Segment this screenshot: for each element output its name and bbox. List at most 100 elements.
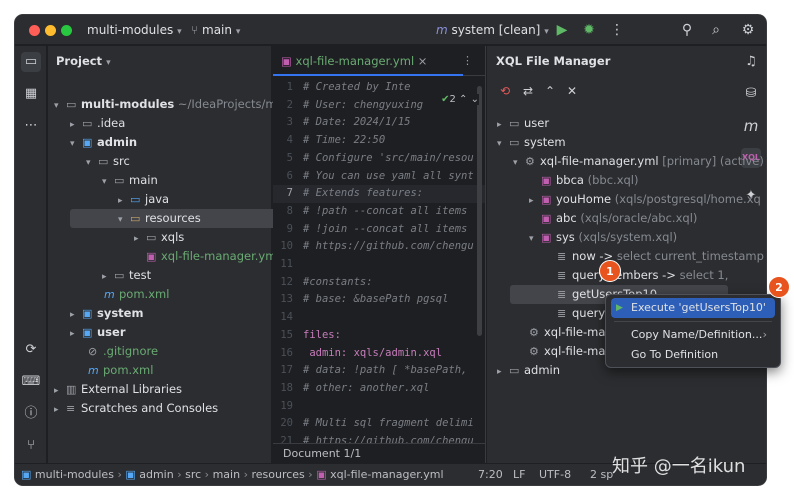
tree-item-root[interactable]: ▾ ▭ multi-modules ~/IdeaProjects/multi-m xyxy=(54,95,310,114)
editor-scrollbar[interactable] xyxy=(477,86,482,336)
code-line[interactable]: 18 # other: another.xql xyxy=(273,380,429,398)
editor-breadcrumb[interactable]: Document 1/1 xyxy=(273,443,485,463)
code-line[interactable]: 5 # Configure 'src/main/resou xyxy=(273,150,474,168)
inspection-widget[interactable]: ✔2 ⌃ ⌄ xyxy=(441,94,479,105)
tree-item-gitignore[interactable]: ⊘ .gitignore xyxy=(88,342,158,361)
code-line[interactable]: 9 # !join --concat all items xyxy=(273,221,468,239)
xql-tree-admin[interactable]: ▸ ▭ admin xyxy=(497,361,560,380)
code-line[interactable]: 8 # !path --concat all items xyxy=(273,203,468,221)
chevron-down-icon[interactable]: ⌄ xyxy=(471,94,479,105)
code-line[interactable]: 1 # Created by Inte xyxy=(273,79,411,97)
xql-tree-bbca[interactable]: ▣ bbca (bbc.xql) xyxy=(541,171,639,190)
tree-item-xql-file-manager[interactable]: ▣ xql-file-manager.yml xyxy=(146,247,280,266)
line-number: 1 xyxy=(286,81,293,93)
tree-item-main[interactable]: ▾ ▭ main xyxy=(102,171,158,190)
code-line[interactable]: 3 # Date: 2024/1/15 xyxy=(273,114,411,132)
notifications-bell-icon[interactable]: ♫ xyxy=(741,52,761,72)
chevron-up-icon[interactable]: ⌃ xyxy=(459,94,467,105)
tree-item-xqls[interactable]: ▸ ▭ xqls xyxy=(134,228,184,247)
menu-item-go-to-definition[interactable]: Go To Definition xyxy=(611,345,775,365)
collapse-all-icon[interactable]: ✕ xyxy=(564,83,580,99)
run-icon[interactable]: ▶ xyxy=(553,21,571,39)
tree-item-admin-pom[interactable]: m pom.xml xyxy=(104,285,169,304)
close-window-button[interactable] xyxy=(29,25,40,36)
xql-tree-querymembers[interactable]: ≣ queryMembers -> select 1, xyxy=(557,266,728,285)
refresh-icon[interactable]: ⟲ xyxy=(497,83,513,99)
file-encoding[interactable]: UTF-8 xyxy=(539,468,571,481)
tree-item-idea[interactable]: ▸ ▭ .idea xyxy=(70,114,125,133)
tree-item-root-pom[interactable]: m pom.xml xyxy=(88,361,153,380)
xql-tree-manager-primary[interactable]: ▾ ⚙ xql-file-manager.yml [primary] (active… xyxy=(513,152,764,171)
zoom-window-button[interactable] xyxy=(61,25,72,36)
terminal-icon[interactable]: ⌨ xyxy=(21,372,41,392)
git-icon[interactable]: ⑂ xyxy=(21,436,41,456)
tree-item-external-libraries[interactable]: ▸ ▥ External Libraries xyxy=(54,380,182,399)
services-icon[interactable]: ⟳ xyxy=(21,340,41,360)
code-line[interactable]: 17 # data: !path [ *basePath, xyxy=(273,362,467,380)
xql-tree-youhome[interactable]: ▸ ▣ youHome (xqls/postgresql/home.xq xyxy=(529,190,761,209)
code-line[interactable]: 12 #constants: xyxy=(273,274,372,292)
left-tool-stripe: ▭ ▦ ⋯ ⟳ ⌨ ⓘ ⑂ xyxy=(15,46,47,463)
more-tools-icon[interactable]: ⋯ xyxy=(21,116,41,136)
code-line[interactable]: 10 # https://github.com/chengu xyxy=(273,238,473,256)
problems-icon[interactable]: ⓘ xyxy=(21,404,41,424)
database-icon[interactable]: ⛁ xyxy=(741,84,761,104)
status-breadcrumb[interactable]: ▣ multi-modules › ▣ admin › src › main ›… xyxy=(21,468,444,481)
folder-icon: ▭ xyxy=(114,174,125,187)
code-line[interactable]: 21 # https://github.com/chengu xyxy=(273,433,473,443)
tree-item-java[interactable]: ▸ ▭ java xyxy=(118,190,169,209)
add-user-icon[interactable]: ⚲ xyxy=(678,21,696,39)
line-separator[interactable]: LF xyxy=(513,468,525,481)
project-switcher[interactable]: multi-modules ▾ xyxy=(87,23,182,37)
code-line[interactable]: 16 admin: xqls/admin.xql xyxy=(273,345,442,363)
code-line[interactable]: 13 # base: &basePath pgsql xyxy=(273,291,448,309)
branch-switcher[interactable]: ⑂ main ▾ xyxy=(191,23,240,37)
structure-icon[interactable]: ▦ xyxy=(21,84,41,104)
xql-tree-sys[interactable]: ▾ ▣ sys (xqls/system.xql) xyxy=(529,228,677,247)
tree-item-src[interactable]: ▾ ▭ src xyxy=(86,152,130,171)
maven-icon: m xyxy=(104,288,115,301)
maven-icon[interactable]: m xyxy=(741,116,761,136)
code-line[interactable]: 14 xyxy=(273,309,303,327)
tree-item-system[interactable]: ▸ ▣ system xyxy=(70,304,143,323)
tree-item-test[interactable]: ▸ ▭ test xyxy=(102,266,151,285)
close-icon[interactable]: × xyxy=(418,54,428,68)
code-line[interactable]: 11 xyxy=(273,256,303,274)
code-line[interactable]: 4 # Time: 22:50 xyxy=(273,132,386,150)
menu-item-copy-name[interactable]: Copy Name/Definition... › xyxy=(611,325,775,345)
xql-tree-abc[interactable]: ▣ abc (xqls/oracle/abc.xql) xyxy=(541,209,697,228)
settings-gear-icon[interactable]: ⚙ xyxy=(739,21,757,39)
run-config-selector[interactable]: m system [clean] ▾ xyxy=(436,23,549,37)
tree-item-admin[interactable]: ▾ ▣ admin xyxy=(70,133,137,152)
chevron-right-icon: ▸ xyxy=(54,405,59,415)
debug-icon[interactable]: ✹ xyxy=(580,21,598,39)
indent-setting[interactable]: 2 sp xyxy=(590,468,613,481)
project-folder-icon[interactable]: ▭ xyxy=(21,52,41,72)
code-line[interactable]: 19 xyxy=(273,398,303,416)
code-line[interactable]: 20 # Multi sql fragment delimi xyxy=(273,415,474,433)
more-actions-icon[interactable]: ⋮ xyxy=(608,21,626,39)
chevron-down-icon: ▾ xyxy=(544,27,549,37)
tree-item-resources[interactable]: ▾ ▭ resources xyxy=(70,209,278,228)
sync-icon[interactable]: ⇄ xyxy=(520,83,536,99)
xql-tree-system[interactable]: ▾ ▭ system xyxy=(497,133,566,152)
expand-all-icon[interactable]: ⌃ xyxy=(542,83,558,99)
xql-tree-now[interactable]: ≣ now -> select current_timestamp xyxy=(557,247,764,266)
code-line[interactable]: 7 # Extends features: xyxy=(273,185,485,203)
caret-position[interactable]: 7:20 xyxy=(478,468,503,481)
tree-item-user[interactable]: ▸ ▣ user xyxy=(70,323,126,342)
xql-tree-user[interactable]: ▸ ▭ user xyxy=(497,114,549,133)
project-panel-title[interactable]: Project ▾ xyxy=(56,54,111,68)
code-area[interactable]: 1 # Created by Inte 2 # User: chengyuxing 3 #… xyxy=(273,77,485,443)
editor-tab[interactable]: ▣ xql-file-manager.yml × xyxy=(281,46,427,76)
search-icon[interactable]: ⌕ xyxy=(707,21,725,39)
minimize-window-button[interactable] xyxy=(45,25,56,36)
tree-item-scratches[interactable]: ▸ ≡ Scratches and Consoles xyxy=(54,399,218,418)
menu-item-execute[interactable]: ▶ Execute 'getUsersTop10' xyxy=(611,298,775,318)
chevron-right-icon: › xyxy=(762,328,767,341)
code-line[interactable]: 15 files: xyxy=(273,327,341,345)
code-line[interactable]: 2 # User: chengyuxing xyxy=(273,97,423,115)
line-text: # Multi sql fragment delimi xyxy=(303,417,474,430)
tab-more-icon[interactable]: ⋮ xyxy=(462,54,473,67)
code-line[interactable]: 6 # You can use yaml all synt xyxy=(273,168,474,186)
